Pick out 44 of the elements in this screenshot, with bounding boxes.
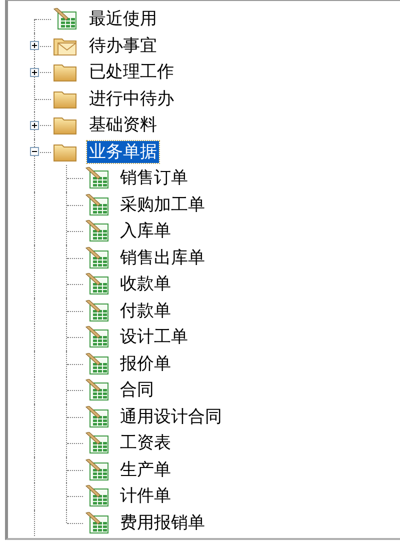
spreadsheet-pencil-icon <box>85 194 109 216</box>
spreadsheet-pencil-icon <box>85 406 109 428</box>
spreadsheet-pencil-icon <box>85 300 109 322</box>
tree-item[interactable]: 最近使用 <box>87 8 159 30</box>
tree-item[interactable]: 销售出库单 <box>118 246 207 269</box>
expand-button[interactable] <box>30 68 39 77</box>
tree-item[interactable]: 合同 <box>118 379 156 402</box>
tree-item[interactable]: 报价单 <box>118 352 173 375</box>
tree-item[interactable]: 设计工单 <box>118 326 190 348</box>
tree-item[interactable]: 采购加工单 <box>118 194 207 216</box>
spreadsheet-pencil-icon <box>85 326 109 348</box>
tree-item[interactable]: 待办事宜 <box>87 34 159 57</box>
spreadsheet-pencil-icon <box>85 458 109 481</box>
tree-item[interactable]: 销售订单 <box>118 167 190 190</box>
folder-icon <box>53 62 77 82</box>
collapse-button[interactable] <box>30 147 39 156</box>
tree-item[interactable]: 计件单 <box>118 485 173 508</box>
tree-item[interactable]: 生产单 <box>118 458 173 481</box>
tree-item[interactable]: 通用设计合同 <box>118 406 224 428</box>
expand-button[interactable] <box>30 120 39 130</box>
tree-item[interactable]: 进行中待办 <box>87 88 176 110</box>
tree-item[interactable]: 收款单 <box>118 273 173 296</box>
tree-item[interactable]: 费用报销单 <box>118 512 207 534</box>
tree-item[interactable]: 付款单 <box>118 300 173 322</box>
tree-item[interactable]: 工资表 <box>118 432 173 454</box>
folder-icon <box>53 142 77 162</box>
tree-item[interactable]: 入库单 <box>118 220 173 242</box>
spreadsheet-pencil-icon <box>85 273 109 296</box>
spreadsheet-pencil-icon <box>85 379 109 402</box>
folder-icon <box>53 115 77 136</box>
tree-item[interactable]: 业务单据 <box>87 140 159 163</box>
folder-envelope-icon <box>53 36 77 56</box>
spreadsheet-pencil-icon <box>85 352 109 375</box>
expand-button[interactable] <box>30 41 39 50</box>
tree-item[interactable]: 基础资料 <box>87 114 159 136</box>
spreadsheet-pencil-icon <box>85 167 109 190</box>
spreadsheet-pencil-icon <box>85 512 109 534</box>
spreadsheet-pencil-icon <box>53 8 77 30</box>
spreadsheet-pencil-icon <box>85 220 109 242</box>
folder-icon <box>53 88 77 109</box>
spreadsheet-pencil-icon <box>85 432 109 454</box>
spreadsheet-pencil-icon <box>85 246 109 269</box>
tree-item[interactable]: 已处理工作 <box>87 61 176 84</box>
spreadsheet-pencil-icon <box>85 485 109 508</box>
